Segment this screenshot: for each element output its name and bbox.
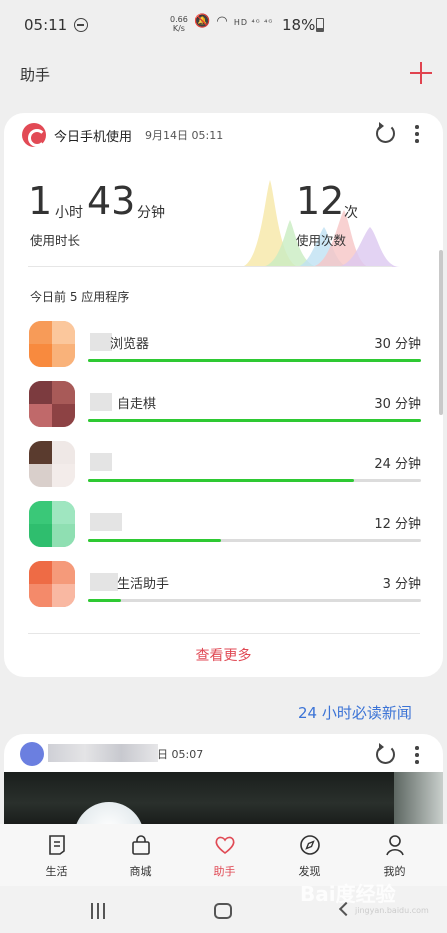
nav-item-profile[interactable]: 我的: [350, 824, 439, 886]
app-row-5[interactable]: 生活助手 3 分钟: [4, 561, 443, 621]
nav-item-discover[interactable]: 发现: [265, 824, 354, 886]
unlock-count-unit: 次: [344, 205, 358, 221]
news-card-time: 日 05:07: [157, 748, 204, 761]
usage-card: 今日手机使用 9月14日 05:11 1 小时 43 分钟 使用时长 12 次 …: [4, 113, 443, 677]
signal-icons: 🔕 ◠ HD ⁴ᴳ ⁴ᴳ: [194, 14, 273, 29]
app-row-3[interactable]: 24 分钟: [4, 441, 443, 501]
network-speed-value: 0.66: [170, 15, 188, 24]
scrollbar[interactable]: [439, 250, 443, 415]
life-icon: [49, 835, 65, 855]
news-card[interactable]: 日 05:07: [4, 734, 443, 834]
app-duration: 3 分钟: [382, 577, 421, 592]
unlock-count: 12: [296, 179, 345, 223]
nav-label-profile: 我的: [383, 865, 406, 878]
app-duration: 30 分钟: [374, 397, 421, 412]
usage-bar: [88, 479, 421, 482]
app-name: 生活助手: [117, 577, 170, 592]
signal-text: HD ⁴ᴳ ⁴ᴳ: [233, 18, 274, 27]
app-name-redacted: [90, 453, 112, 471]
app-name-redacted: [90, 513, 122, 531]
app-row-2[interactable]: 自走棋 30 分钟: [4, 381, 443, 441]
refresh-icon[interactable]: [376, 122, 395, 143]
watermark: Bai度经验: [300, 882, 396, 906]
nav-item-assistant[interactable]: 助手: [180, 824, 269, 886]
app-duration: 30 分钟: [374, 337, 421, 352]
app-icon: [29, 441, 75, 487]
news-24h-link[interactable]: 24 小时必读新闻: [298, 702, 412, 723]
network-speed: 0.66 K/s: [170, 15, 188, 33]
app-icon: [29, 381, 75, 427]
nav-label-shop: 商城: [129, 865, 152, 878]
app-duration: 12 分钟: [374, 517, 421, 532]
wifi-icon: ◠: [216, 14, 229, 29]
nav-label-life: 生活: [45, 865, 68, 878]
usage-bar-fill: [88, 479, 355, 482]
status-bar: 05:11 0.66 K/s 🔕 ◠ HD ⁴ᴳ ⁴ᴳ 18%: [0, 0, 447, 50]
usage-hours-unit: 小时: [55, 205, 83, 221]
app-icon: [29, 501, 75, 547]
app-name: 浏览器: [110, 337, 150, 352]
nav-item-shop[interactable]: 商城: [96, 824, 185, 886]
usage-bar: [88, 539, 421, 542]
usage-card-title: 今日手机使用: [54, 130, 133, 145]
app-row-1[interactable]: 浏览器 30 分钟: [4, 321, 443, 381]
app-icon: [29, 561, 75, 607]
news-source-logo-icon: [20, 742, 44, 766]
usage-duration-label: 使用时长: [30, 233, 81, 248]
compass-icon: [300, 835, 320, 855]
bottom-nav: 生活 商城 助手 发现 我的: [0, 824, 447, 886]
battery-icon: [316, 18, 324, 32]
app-name-redacted: [90, 333, 112, 351]
usage-minutes: 43: [87, 179, 136, 223]
app-duration: 24 分钟: [374, 457, 421, 472]
usage-bar-fill: [88, 539, 222, 542]
app-icon: [29, 321, 75, 367]
app-name-redacted: [90, 393, 112, 411]
more-options-icon[interactable]: [415, 746, 419, 764]
see-more-button[interactable]: 查看更多: [4, 645, 443, 665]
stats-divider: [28, 266, 392, 267]
home-icon[interactable]: [214, 903, 232, 919]
usage-hours: 1: [28, 179, 53, 223]
top-apps-title: 今日前 5 应用程序: [30, 290, 130, 304]
usage-bar: [88, 599, 421, 602]
usage-card-date: 9月14日 05:11: [145, 129, 224, 142]
unlock-count-label: 使用次数: [296, 233, 347, 248]
usage-bar: [88, 419, 421, 422]
nav-item-life[interactable]: 生活: [12, 824, 101, 886]
mute-icon: 🔕: [194, 14, 212, 29]
refresh-icon[interactable]: [376, 743, 395, 764]
app-name-redacted: [90, 573, 118, 591]
recent-apps-icon[interactable]: [91, 903, 107, 919]
status-time: 05:11: [24, 16, 68, 34]
profile-icon: [386, 835, 404, 856]
usage-minutes-unit: 分钟: [137, 205, 165, 221]
usage-bar-fill: [88, 359, 421, 362]
add-icon[interactable]: [410, 62, 432, 84]
usage-bar: [88, 359, 421, 362]
more-options-icon[interactable]: [415, 125, 419, 143]
app-row-4[interactable]: 12 分钟: [4, 501, 443, 561]
usage-logo-icon: [22, 123, 46, 147]
nav-label-discover: 发现: [298, 865, 321, 878]
usage-bar-fill: [88, 599, 122, 602]
card-divider: [28, 633, 420, 634]
watermark-sub: jingyan.baidu.com: [355, 906, 429, 915]
battery-percent: 18%: [282, 16, 316, 34]
do-not-disturb-icon: [74, 18, 88, 32]
heart-icon: [215, 836, 235, 855]
page-title: 助手: [20, 66, 51, 84]
app-name: 自走棋: [117, 397, 157, 412]
usage-bar-fill: [88, 419, 421, 422]
network-speed-unit: K/s: [172, 24, 185, 33]
nav-label-assistant: 助手: [213, 865, 236, 878]
news-source-redacted: [48, 744, 158, 762]
shop-bag-icon: [132, 835, 150, 855]
